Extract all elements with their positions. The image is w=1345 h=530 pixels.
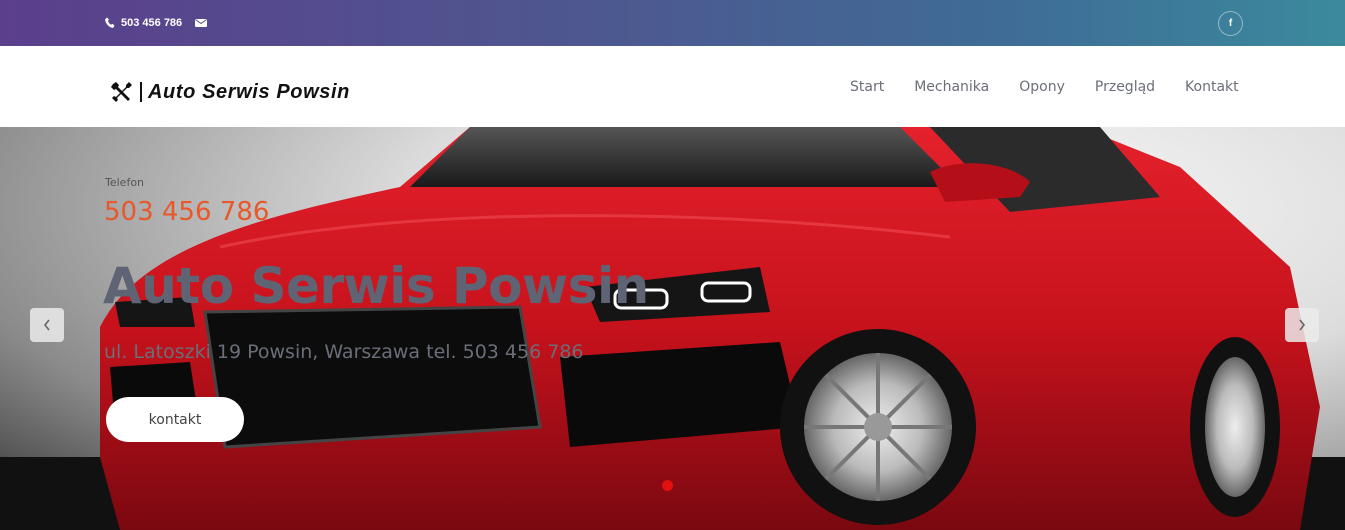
contact-button[interactable]: kontakt	[106, 397, 244, 442]
tools-icon	[111, 82, 132, 102]
nav-menu: Start Mechanika Opony Przegląd Kontakt	[850, 79, 1269, 95]
hero-title: Auto Serwis Powsin	[103, 257, 649, 315]
brand-name: Auto Serwis Powsin	[148, 80, 350, 103]
slider-next-button[interactable]	[1285, 308, 1319, 342]
phone-icon	[105, 17, 115, 28]
hero-car-image	[0, 127, 1345, 530]
nav-item-opony[interactable]: Opony	[1019, 79, 1065, 95]
phone-label: Telefon	[105, 176, 145, 189]
hero-slider: Telefon 503 456 786 Auto Serwis Powsin u…	[0, 127, 1345, 530]
slider-prev-button[interactable]	[30, 308, 64, 342]
facebook-letter: f	[1228, 18, 1233, 29]
top-contact: 503 456 786	[105, 17, 208, 29]
top-phone-number[interactable]: 503 456 786	[121, 17, 182, 29]
envelope-icon[interactable]	[195, 18, 208, 28]
chevron-right-icon	[1299, 319, 1306, 331]
brand-logo[interactable]: Auto Serwis Powsin	[110, 80, 350, 104]
chevron-left-icon	[43, 319, 50, 331]
nav-item-kontakt[interactable]: Kontakt	[1185, 79, 1239, 95]
nav-item-mechanika[interactable]: Mechanika	[914, 79, 989, 95]
slider-dot-active[interactable]	[662, 480, 673, 491]
brand-separator	[140, 82, 142, 102]
nav-item-start[interactable]: Start	[850, 79, 884, 95]
hero-address: ul. Latoszki 19 Powsin, Warszawa tel. 50…	[104, 341, 584, 363]
main-navbar: Auto Serwis Powsin Start Mechanika Opony…	[0, 46, 1345, 127]
top-bar: 503 456 786 f	[0, 0, 1345, 46]
hero-phone[interactable]: 503 456 786	[104, 197, 269, 227]
nav-item-przeglad[interactable]: Przegląd	[1095, 79, 1155, 95]
facebook-icon[interactable]: f	[1218, 11, 1243, 36]
